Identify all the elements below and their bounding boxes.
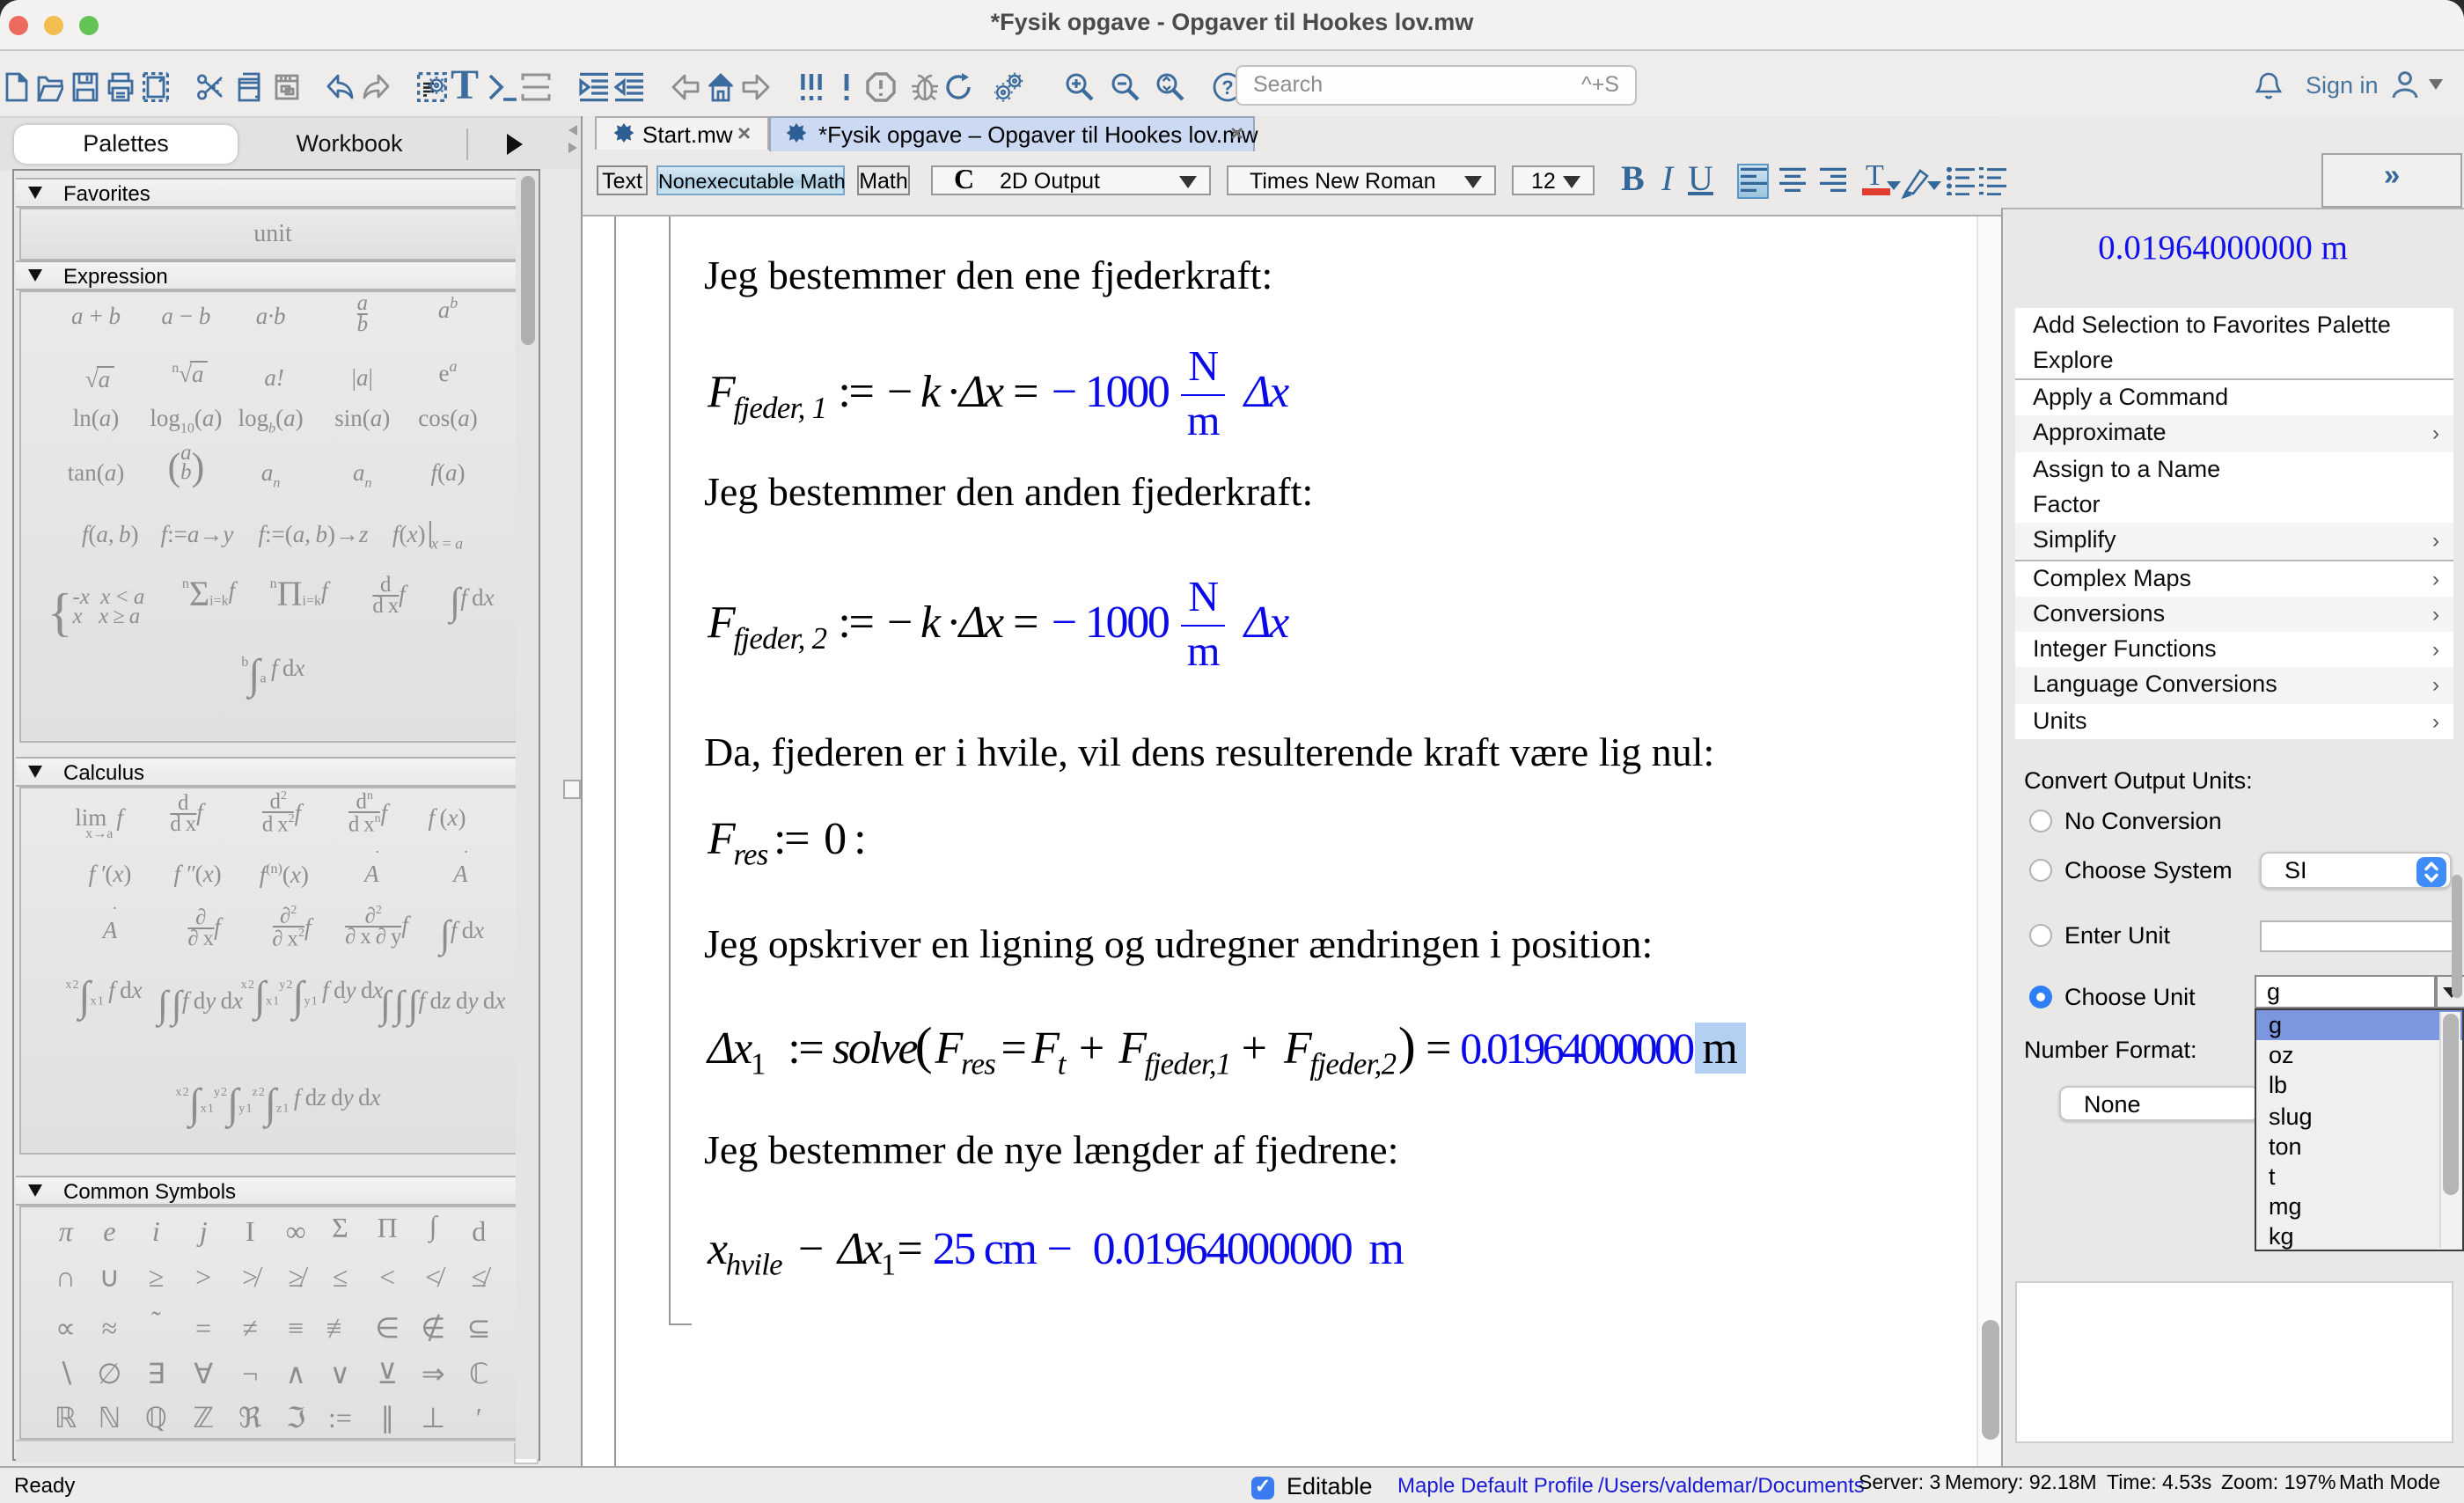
svg-text:?: ?	[1221, 77, 1233, 99]
